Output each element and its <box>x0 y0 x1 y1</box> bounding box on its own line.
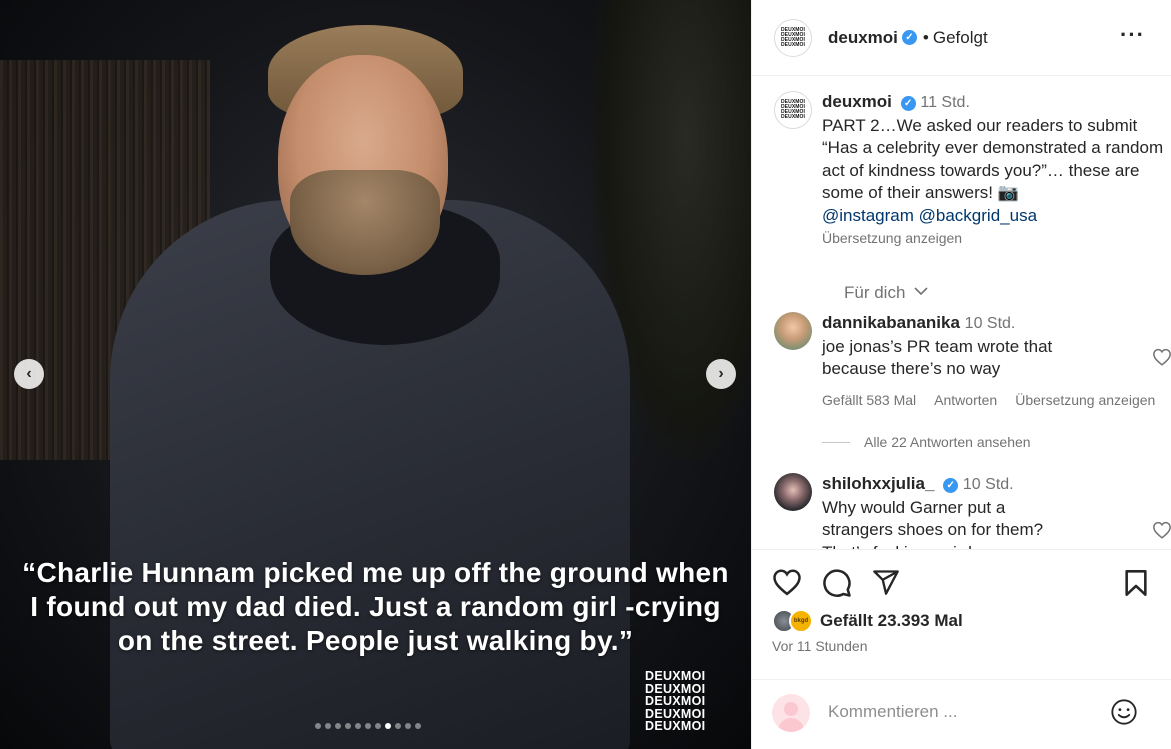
next-slide-button[interactable]: › <box>706 359 736 389</box>
post-actions: bkgd Gefällt 23.393 Mal Vor 11 Stunden <box>752 549 1171 679</box>
caption-time: 11 Std. <box>920 94 970 111</box>
post-timestamp[interactable]: Vor 11 Stunden <box>772 638 867 654</box>
watermark-line: DEUXMOI <box>645 694 706 708</box>
emoji-button[interactable] <box>1110 698 1138 731</box>
carousel-dot <box>405 723 411 729</box>
deuxmoi-watermark: DEUXMOI DEUXMOI DEUXMOI DEUXMOI DEUXMOI <box>645 670 735 733</box>
chevron-right-icon: › <box>718 365 724 382</box>
comment-time: 10 Std. <box>962 476 1014 493</box>
current-user-avatar <box>772 694 810 732</box>
liker-avatar: bkgd <box>789 609 813 633</box>
comment-icon[interactable] <box>822 568 852 598</box>
comment-body: dannikabananika 10 Std. joe jonas’s PR t… <box>822 312 1072 381</box>
carousel-dot <box>355 723 361 729</box>
comment-username[interactable]: dannikabananika <box>822 313 960 332</box>
for-you-dropdown[interactable]: Für dich <box>844 283 928 303</box>
like-comment-button[interactable] <box>1152 521 1171 544</box>
carousel-dot <box>315 723 321 729</box>
for-you-label: Für dich <box>844 283 906 302</box>
comment-text: Why would Garner put a strangers shoes o… <box>822 497 1044 550</box>
carousel-dot <box>335 723 341 729</box>
comment-text: joe jonas’s PR team wrote that because t… <box>822 336 1053 379</box>
mention-link[interactable]: @instagram <box>822 206 914 225</box>
verified-badge-icon: ✓ <box>901 30 917 45</box>
caption-avatar[interactable]: DEUXMOI DEUXMOI DEUXMOI DEUXMOI <box>774 91 812 129</box>
replies-line <box>822 441 850 443</box>
verified-badge-icon: ✓ <box>900 96 916 111</box>
heart-icon <box>1153 521 1171 539</box>
verified-badge-icon: ✓ <box>943 478 959 493</box>
post-sidebar: DEUXMOI DEUXMOI DEUXMOI DEUXMOI deuxmoi … <box>751 0 1171 749</box>
reply-button[interactable]: Antworten <box>934 392 997 408</box>
avatar-head <box>784 702 798 716</box>
comment-meta: Gefällt 583 Mal Antworten Übersetzung an… <box>822 392 1171 408</box>
heart-icon <box>1153 348 1171 366</box>
caption-username[interactable]: deuxmoi <box>822 92 892 111</box>
carousel-dot <box>345 723 351 729</box>
commenter-avatar[interactable] <box>774 312 812 350</box>
carousel-dot <box>365 723 371 729</box>
post-media[interactable]: “Charlie Hunnam picked me up off the gro… <box>0 0 751 749</box>
view-replies-label: Alle 22 Antworten ansehen <box>864 434 1031 450</box>
comment-input[interactable] <box>828 702 1088 722</box>
liked-by-avatars: bkgd <box>772 609 818 633</box>
comment-time: 10 Std. <box>964 315 1016 332</box>
heart-icon[interactable] <box>772 568 802 596</box>
comment-composer <box>752 679 1171 749</box>
likes-count[interactable]: Gefällt 23.393 Mal <box>820 611 963 631</box>
commenter-avatar[interactable] <box>774 473 812 511</box>
comment-username[interactable]: shilohxxjulia_ <box>822 474 934 493</box>
more-options-icon[interactable]: ··· <box>1120 22 1145 48</box>
comment-likes[interactable]: Gefällt 583 Mal <box>822 392 916 408</box>
translate-link[interactable]: Übersetzung anzeigen <box>822 230 962 246</box>
translate-link[interactable]: Übersetzung anzeigen <box>1015 392 1155 408</box>
person-beard <box>290 170 440 275</box>
avatar-text: DEUXMOI <box>780 114 806 120</box>
separator-dot: • <box>922 27 929 47</box>
caption-text: PART 2…We asked our readers to submit “H… <box>822 115 1164 203</box>
account-avatar[interactable]: DEUXMOI DEUXMOI DEUXMOI DEUXMOI <box>774 18 812 57</box>
carousel-dot <box>415 723 421 729</box>
quote-overlay: “Charlie Hunnam picked me up off the gro… <box>22 557 729 656</box>
carousel-dot <box>325 723 331 729</box>
carousel-dot <box>395 723 401 729</box>
view-replies-button[interactable]: Alle 22 Antworten ansehen <box>822 434 1031 450</box>
bookmark-icon <box>1125 570 1147 596</box>
chevron-left-icon: ‹ <box>26 365 32 382</box>
follow-status-button[interactable]: Gefolgt <box>933 28 988 48</box>
share-icon[interactable] <box>872 568 900 596</box>
comments-scroll[interactable]: DEUXMOI DEUXMOI DEUXMOI DEUXMOI deuxmoi … <box>752 77 1171 549</box>
watermark-line: DEUXMOI <box>645 669 706 683</box>
carousel-indicator <box>315 723 421 729</box>
watermark-line: DEUXMOI <box>645 719 706 733</box>
like-comment-button[interactable] <box>1152 348 1171 371</box>
carousel-dot <box>375 723 381 729</box>
likes-summary[interactable]: bkgd Gefällt 23.393 Mal <box>772 609 963 633</box>
chevron-down-icon <box>914 287 928 296</box>
caption-body: deuxmoi ✓ 11 Std. PART 2…We asked our re… <box>822 91 1167 250</box>
carousel-dot-active <box>385 723 391 729</box>
save-button[interactable] <box>1124 569 1148 602</box>
mention-link[interactable]: @backgrid_usa <box>919 206 1037 225</box>
emoji-icon <box>1111 699 1137 725</box>
avatar-text: DEUXMOI <box>780 41 806 48</box>
account-username[interactable]: deuxmoi <box>828 28 898 48</box>
previous-slide-button[interactable]: ‹ <box>14 359 44 389</box>
post-header: DEUXMOI DEUXMOI DEUXMOI DEUXMOI deuxmoi … <box>752 0 1171 76</box>
action-icons <box>772 568 900 598</box>
comment-body: shilohxxjulia_ ✓ 10 Std. Why would Garne… <box>822 473 1072 549</box>
avatar-body <box>778 718 804 732</box>
